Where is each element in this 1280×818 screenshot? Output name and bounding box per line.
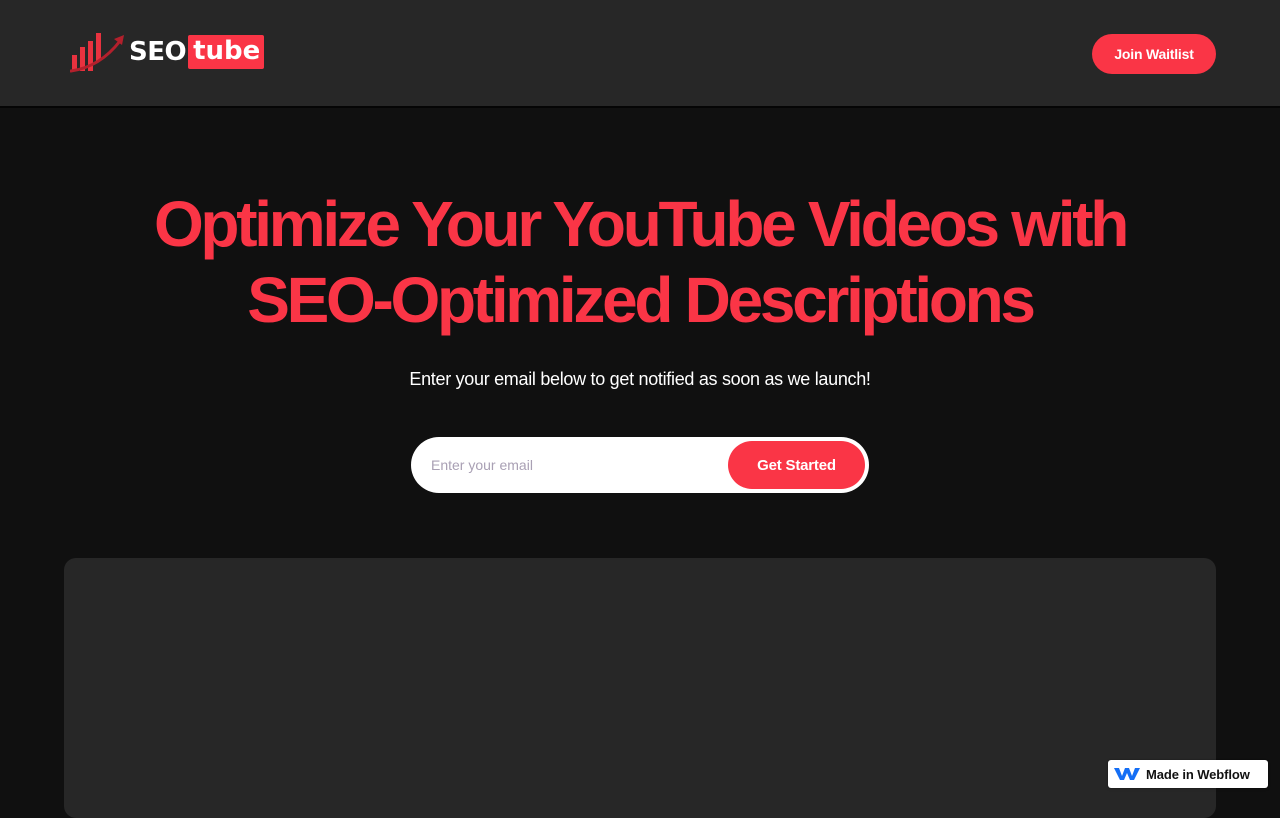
hero-subtitle: Enter your email below to get notified a… — [409, 369, 871, 389]
made-in-webflow-badge[interactable]: Made in Webflow — [1108, 760, 1268, 788]
brand-logo[interactable]: SEO tube — [70, 31, 265, 73]
bar-chart-arrow-icon — [70, 33, 124, 73]
video-placeholder-panel — [64, 558, 1216, 818]
email-input[interactable] — [431, 445, 731, 485]
join-waitlist-button[interactable]: Join Waitlist — [1092, 34, 1216, 74]
hero-title-line2: SEO-Optimized Descriptions — [247, 264, 1036, 336]
hero-title: Optimize Your YouTube Videos with SEO-Op… — [0, 186, 1280, 338]
brand-name-tube: tube — [188, 35, 265, 69]
webflow-badge-label: Made in Webflow — [1146, 766, 1250, 782]
get-started-button[interactable]: Get Started — [728, 441, 865, 489]
brand-name-seo: SEO — [129, 37, 187, 67]
email-signup-form: Get Started — [411, 437, 869, 493]
navbar: SEO tube Join Waitlist — [0, 0, 1280, 108]
webflow-logo-icon — [1114, 768, 1140, 780]
hero-title-line1: Optimize Your YouTube Videos with — [153, 188, 1129, 260]
